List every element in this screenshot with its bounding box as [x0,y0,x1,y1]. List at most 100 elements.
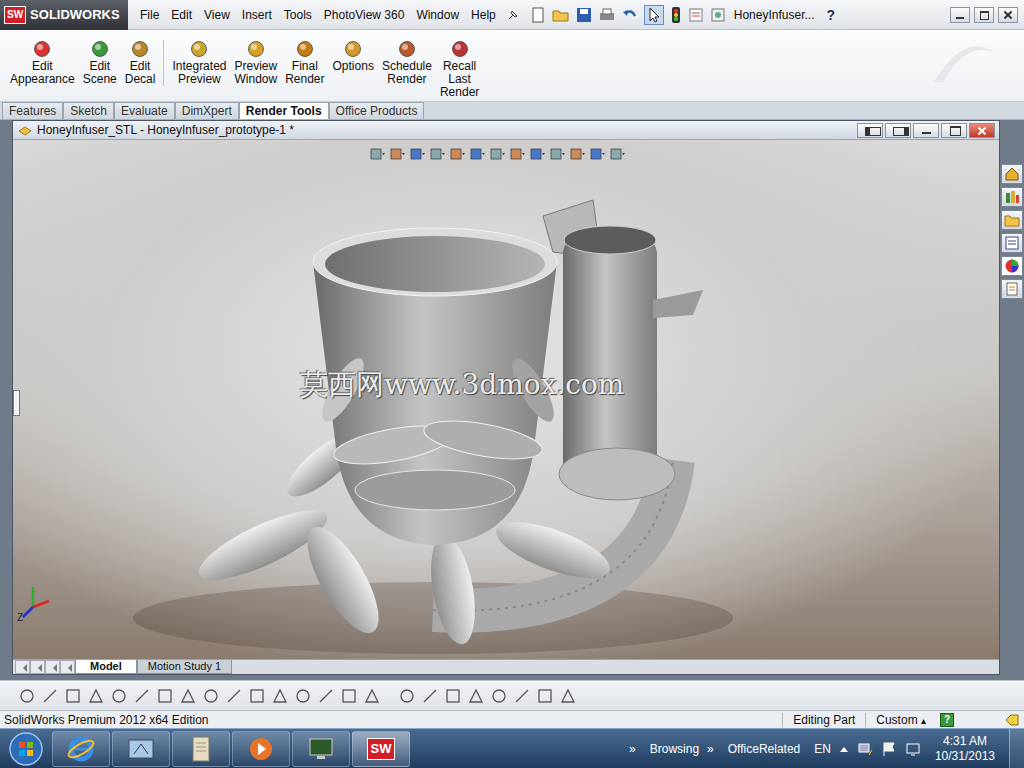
view-tool-icon[interactable] [488,146,506,162]
taskbar-button[interactable] [112,731,170,767]
help-icon[interactable]: ? [940,713,954,727]
sketch-tool-icon[interactable] [294,687,312,705]
close-icon[interactable] [998,7,1018,23]
sketch-tool-icon[interactable] [317,687,335,705]
ribbon-button[interactable]: ScheduleRender [378,40,436,86]
start-button[interactable] [0,731,52,767]
sketch-tool-icon[interactable] [225,687,243,705]
new-document-icon[interactable] [530,7,546,23]
custom-properties-icon[interactable] [1001,279,1023,299]
network-icon[interactable] [857,741,873,757]
taskbar-button[interactable] [52,731,110,767]
tab-scroll-icon[interactable] [15,660,30,674]
sketch-tool-icon[interactable] [179,687,197,705]
tab-scroll-icon[interactable] [45,660,60,674]
sketch-tool-icon[interactable] [559,687,577,705]
appearances-icon[interactable] [1001,256,1023,276]
sketch-tool-icon[interactable] [467,687,485,705]
menu-item[interactable]: File [134,8,165,22]
view-tool-icon[interactable] [608,146,626,162]
ribbon-button[interactable]: RecallLastRender [436,40,483,99]
minimize-icon[interactable] [913,123,939,138]
model-tab[interactable]: Model [75,660,137,674]
show-desktop-button[interactable] [1009,729,1024,768]
tab[interactable]: DimXpert [175,102,239,119]
sketch-tool-icon[interactable] [398,687,416,705]
taskbar-button[interactable] [292,731,350,767]
taskbar-toolbar[interactable]: »Browsing [629,742,699,756]
taskbar-toolbar[interactable]: »OfficeRelated [707,742,800,756]
sketch-tool-icon[interactable] [133,687,151,705]
sketch-tool-icon[interactable] [444,687,462,705]
tab[interactable]: Render Tools [239,102,329,119]
folder-icon[interactable] [1001,210,1023,230]
sketch-tool-icon[interactable] [513,687,531,705]
sketch-tool-icon[interactable] [248,687,266,705]
ribbon-button[interactable]: Options [329,40,378,73]
view-tool-icon[interactable] [548,146,566,162]
toolbar-chevron[interactable]: » [707,742,714,756]
model-tab[interactable]: Motion Study 1 [137,660,232,674]
sketch-tool-icon[interactable] [490,687,508,705]
menu-item[interactable]: Help [465,8,502,22]
menu-item[interactable]: Insert [236,8,278,22]
taskbar-button[interactable]: SW [352,731,410,767]
tab-scroll-icon[interactable] [60,660,75,674]
tile-left-icon[interactable] [857,123,883,138]
tab-scroll-icon[interactable] [30,660,45,674]
options-icon[interactable] [710,7,726,23]
ribbon-button[interactable]: FinalRender [281,40,328,86]
units-selector[interactable]: Custom ▴ [865,713,940,727]
taskbar-button[interactable] [172,731,230,767]
traffic-light-icon[interactable] [670,6,682,24]
view-tool-icon[interactable] [408,146,426,162]
tile-right-icon[interactable] [885,123,911,138]
sketch-tool-icon[interactable] [271,687,289,705]
sketch-tool-icon[interactable] [41,687,59,705]
ribbon-button[interactable]: PreviewWindow [230,40,281,86]
view-palette-icon[interactable] [1001,233,1023,253]
toolbar-chevron[interactable]: » [629,742,636,756]
sketch-tool-icon[interactable] [340,687,358,705]
menu-item[interactable]: Window [410,8,465,22]
ribbon-button[interactable]: EditDecal [121,40,165,86]
menu-item[interactable]: View [198,8,236,22]
minimize-icon[interactable] [950,7,970,23]
restore-icon[interactable] [974,7,994,23]
open-folder-icon[interactable] [552,7,570,23]
tab[interactable]: Office Products [329,102,425,119]
sketch-tool-icon[interactable] [202,687,220,705]
save-icon[interactable] [576,7,592,23]
ribbon-button[interactable]: IntegratedPreview [168,40,230,86]
view-tool-icon[interactable] [528,146,546,162]
language-indicator[interactable]: EN [814,742,831,756]
tag-icon[interactable] [1004,713,1020,727]
tab[interactable]: Sketch [63,102,114,119]
solidworks-logo[interactable]: SWSOLIDWORKS [0,0,128,30]
view-tool-icon[interactable] [368,146,386,162]
taskbar-button[interactable] [232,731,290,767]
sketch-tool-icon[interactable] [363,687,381,705]
print-icon[interactable] [598,7,616,23]
sketch-tool-icon[interactable] [421,687,439,705]
view-tool-icon[interactable] [468,146,486,162]
sketch-tool-icon[interactable] [110,687,128,705]
menu-item[interactable]: Tools [278,8,318,22]
sketch-tool-icon[interactable] [64,687,82,705]
view-tool-icon[interactable] [448,146,466,162]
pin-icon[interactable] [506,8,520,22]
file-properties-icon[interactable] [688,7,704,23]
menu-item[interactable]: PhotoView 360 [318,8,411,22]
clock[interactable]: 4:31 AM10/31/2013 [929,734,1001,764]
home-icon[interactable] [1001,164,1023,184]
help-button[interactable]: ? [826,7,835,23]
view-tool-icon[interactable] [388,146,406,162]
library-icon[interactable] [1001,187,1023,207]
show-hidden-icons-icon[interactable] [839,744,849,754]
sketch-tool-icon[interactable] [87,687,105,705]
monitor-icon[interactable] [905,741,921,757]
sketch-tool-icon[interactable] [18,687,36,705]
tab[interactable]: Evaluate [114,102,175,119]
sketch-tool-icon[interactable] [156,687,174,705]
graphics-area[interactable]: 莫西网www.3dmox.comZ [13,140,999,659]
